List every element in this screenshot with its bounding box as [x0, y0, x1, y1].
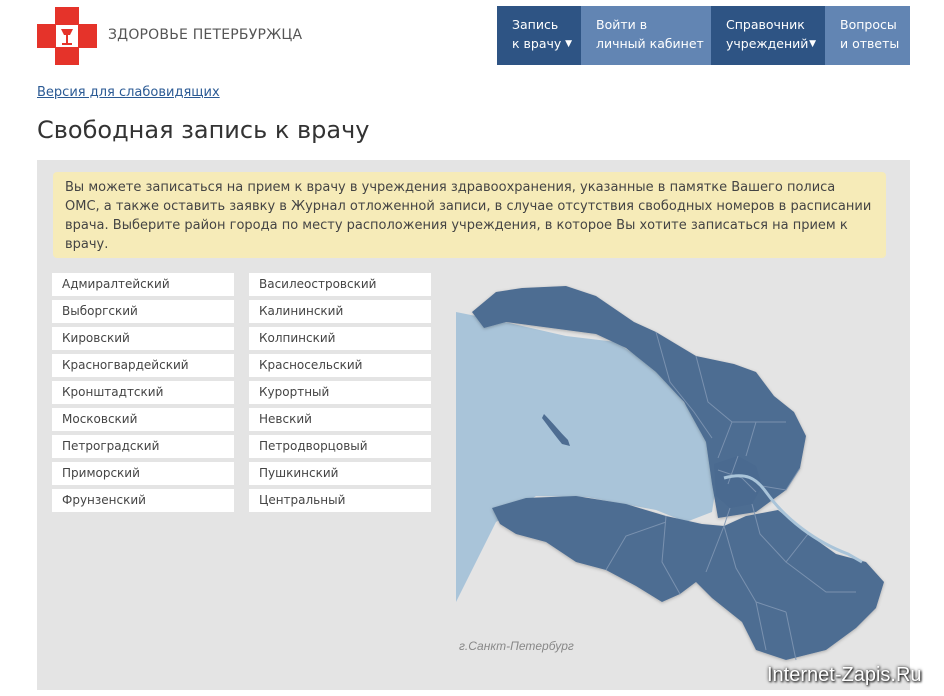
logo-cross-icon[interactable]	[37, 7, 97, 65]
nav-appointment-line1: Запись	[512, 17, 559, 32]
header: ЗДОРОВЬЕ ПЕТЕРБУРЖЦА Запись к врачу ▼ Во…	[0, 0, 944, 80]
page-title: Свободная запись к врачу	[37, 116, 370, 144]
nav-faq-line2: и ответы	[840, 36, 900, 51]
district-petrogradsky[interactable]: Петроградский	[52, 435, 234, 458]
district-kurortny[interactable]: Курортный	[249, 381, 431, 404]
nav-login-line2: личный кабинет	[596, 36, 704, 51]
chevron-down-icon: ▼	[565, 39, 572, 49]
district-kronshtadtsky[interactable]: Кронштадтский	[52, 381, 234, 404]
nav-directory-line1: Справочник	[726, 17, 805, 32]
district-frunzensky[interactable]: Фрунзенский	[52, 489, 234, 512]
district-krasnoselsky[interactable]: Красносельский	[249, 354, 431, 377]
watermark: Internet-Zapis.Ru	[767, 664, 922, 686]
district-kirovsky[interactable]: Кировский	[52, 327, 234, 350]
map-caption: г.Санкт-Петербург	[459, 639, 574, 653]
district-admiralteysky[interactable]: Адмиралтейский	[52, 273, 234, 296]
district-pushkinsky[interactable]: Пушкинский	[249, 462, 431, 485]
nav-faq-line1: Вопросы	[840, 17, 897, 32]
district-vyborgsky[interactable]: Выборгский	[52, 300, 234, 323]
info-notice: Вы можете записаться на прием к врачу в …	[53, 172, 886, 258]
district-primorsky[interactable]: Приморский	[52, 462, 234, 485]
chevron-down-icon: ▼	[809, 39, 816, 49]
nav-login[interactable]: Войти в личный кабинет	[581, 6, 711, 65]
main-nav: Запись к врачу ▼ Войти в личный кабинет …	[497, 6, 910, 65]
nav-appointment[interactable]: Запись к врачу ▼	[497, 6, 581, 65]
nav-login-line1: Войти в	[596, 17, 648, 32]
district-kalininsky[interactable]: Калининский	[249, 300, 431, 323]
district-map[interactable]	[456, 272, 892, 667]
district-moskovsky[interactable]: Московский	[52, 408, 234, 431]
district-vasileostrovsky[interactable]: Василеостровский	[249, 273, 431, 296]
district-tsentralny[interactable]: Центральный	[249, 489, 431, 512]
brand-name[interactable]: ЗДОРОВЬЕ ПЕТЕРБУРЖЦА	[108, 27, 302, 43]
low-vision-link[interactable]: Версия для слабовидящих	[37, 85, 220, 100]
district-krasnogvardeysky[interactable]: Красногвардейский	[52, 354, 234, 377]
nav-faq[interactable]: Вопросы и ответы	[825, 6, 910, 65]
district-petrodvortsovy[interactable]: Петродворцовый	[249, 435, 431, 458]
nav-directory[interactable]: Справочник учреждений ▼	[711, 6, 825, 65]
district-panel: Вы можете записаться на прием к врачу в …	[37, 160, 910, 690]
district-kolpinsky[interactable]: Колпинский	[249, 327, 431, 350]
district-nevsky[interactable]: Невский	[249, 408, 431, 431]
